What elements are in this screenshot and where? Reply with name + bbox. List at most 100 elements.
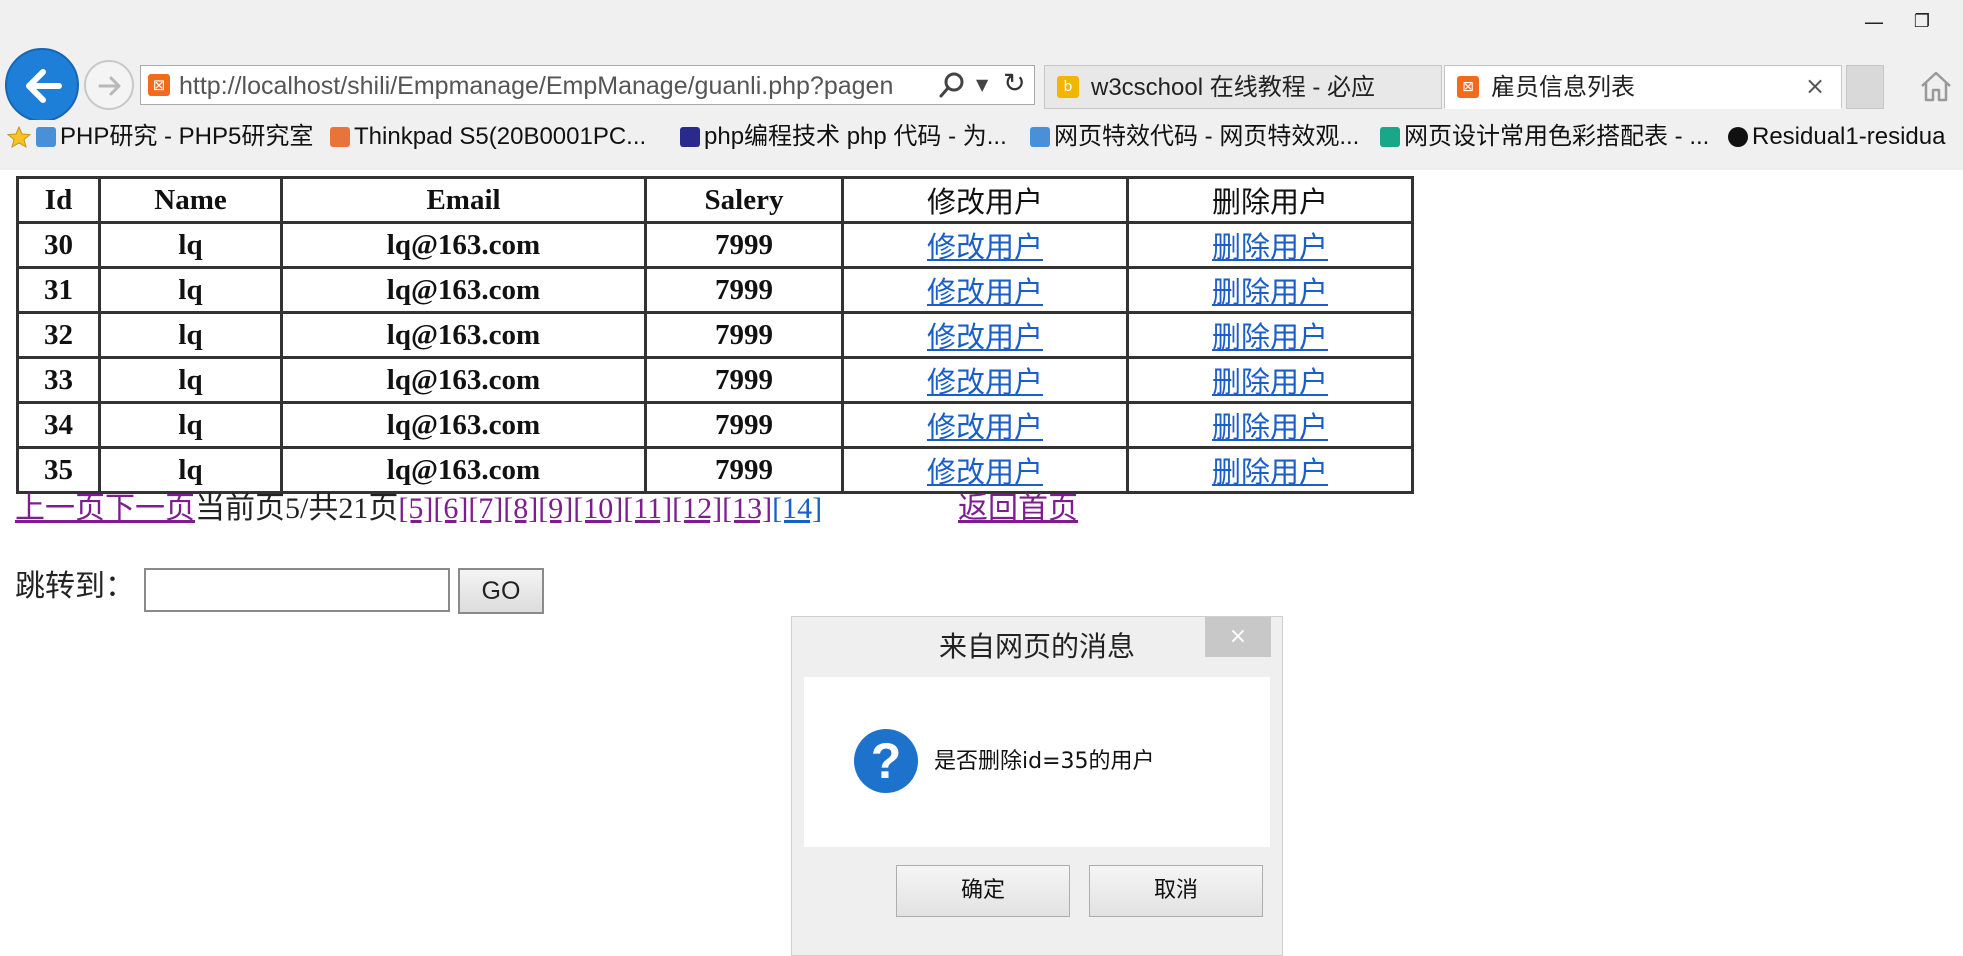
table-row: 32 lq lq@163.com 7999 修改用户 删除用户: [16, 311, 1414, 359]
edit-user-link[interactable]: 修改用户: [927, 322, 1043, 354]
page-status: 当前页5/共21页: [195, 492, 399, 525]
cell-edit: 修改用户: [841, 446, 1129, 494]
prev-page-link[interactable]: 上一页: [15, 492, 105, 525]
refresh-icon[interactable]: ↻: [1003, 68, 1026, 99]
restore-button[interactable]: ❐: [1904, 8, 1940, 36]
page-link-12[interactable]: [12]: [672, 492, 722, 525]
next-page-link[interactable]: 下一页: [105, 492, 195, 525]
page-link-5[interactable]: [5]: [398, 492, 433, 525]
cell-id: 31: [16, 266, 101, 314]
shop-icon: [330, 127, 350, 147]
cell-name: lq: [98, 311, 283, 359]
minimize-button[interactable]: —: [1856, 8, 1892, 36]
favorite-link[interactable]: 网页设计常用色彩搭配表 - ...: [1380, 122, 1709, 152]
confirm-dialog: 来自网页的消息 × ? 是否删除id=35的用户 确定 取消: [791, 616, 1283, 956]
delete-user-link[interactable]: 删除用户: [1212, 277, 1328, 309]
address-url[interactable]: http://localhost/shili/Empmanage/EmpMana…: [179, 70, 934, 102]
favorite-label: php编程技术 php 代码 - 为...: [704, 123, 1007, 150]
tab-employee-list[interactable]: ⊠ 雇员信息列表 ×: [1444, 65, 1842, 109]
favorites-bar: PHP研究 - PHP5研究室 Thinkpad S5(20B0001PC...…: [0, 120, 1963, 154]
dialog-close-button[interactable]: ×: [1205, 617, 1271, 657]
cell-salary: 7999: [644, 356, 844, 404]
page-link-9[interactable]: [9]: [538, 492, 573, 525]
cell-email: lq@163.com: [280, 266, 647, 314]
favorite-link[interactable]: php编程技术 php 代码 - 为...: [680, 122, 1007, 152]
back-button[interactable]: [5, 48, 79, 122]
chevron-down-icon[interactable]: ▼: [976, 75, 988, 94]
page-link-8[interactable]: [8]: [503, 492, 538, 525]
cell-salary: 7999: [644, 446, 844, 494]
ie-page-icon: [1030, 127, 1050, 147]
tab-label: 雇员信息列表: [1491, 74, 1635, 101]
pagination: 上一页下一页当前页5/共21页[5][6][7][8][9][10][11][1…: [15, 490, 822, 528]
edit-user-link[interactable]: 修改用户: [927, 232, 1043, 264]
table-row: 33 lq lq@163.com 7999 修改用户 删除用户: [16, 356, 1414, 404]
cell-edit: 修改用户: [841, 221, 1129, 269]
column-header-delete: 删除用户: [1126, 176, 1414, 224]
edit-user-link[interactable]: 修改用户: [927, 277, 1043, 309]
delete-user-link[interactable]: 删除用户: [1212, 367, 1328, 399]
cell-name: lq: [98, 266, 283, 314]
cell-delete: 删除用户: [1126, 221, 1414, 269]
edit-user-link[interactable]: 修改用户: [927, 412, 1043, 444]
favorite-label: Residual1-residua: [1752, 123, 1946, 150]
jump-page-input[interactable]: [144, 568, 450, 612]
forward-button[interactable]: [84, 60, 134, 110]
dialog-body: ? 是否删除id=35的用户: [804, 677, 1270, 847]
delete-user-link[interactable]: 删除用户: [1212, 232, 1328, 264]
favorite-link[interactable]: Thinkpad S5(20B0001PC...: [330, 122, 646, 152]
cancel-button[interactable]: 取消: [1089, 865, 1263, 917]
new-tab-button[interactable]: [1846, 65, 1884, 109]
favorite-label: 网页特效代码 - 网页特效观...: [1054, 123, 1360, 150]
page-link-13[interactable]: [13]: [722, 492, 772, 525]
favorite-link[interactable]: 网页特效代码 - 网页特效观...: [1030, 122, 1359, 152]
cell-email: lq@163.com: [280, 311, 647, 359]
film-icon: [680, 127, 700, 147]
page-link-11[interactable]: [11]: [623, 492, 672, 525]
cell-edit: 修改用户: [841, 401, 1129, 449]
table-header-row: Id Name Email Salery 修改用户 删除用户: [16, 176, 1414, 224]
column-header-salary: Salery: [644, 176, 844, 224]
cell-id: 34: [16, 401, 101, 449]
cell-salary: 7999: [644, 221, 844, 269]
table-row: 35 lq lq@163.com 7999 修改用户 删除用户: [16, 446, 1414, 494]
edit-user-link[interactable]: 修改用户: [927, 457, 1043, 489]
tab-w3cschool[interactable]: b w3cschool 在线教程 - 必应: [1044, 65, 1442, 109]
delete-user-link[interactable]: 删除用户: [1212, 457, 1328, 489]
close-icon[interactable]: ×: [1805, 72, 1825, 100]
cell-email: lq@163.com: [280, 356, 647, 404]
column-header-edit: 修改用户: [841, 176, 1129, 224]
page-link-6[interactable]: [6]: [433, 492, 468, 525]
go-button[interactable]: GO: [458, 568, 544, 614]
delete-user-link[interactable]: 删除用户: [1212, 412, 1328, 444]
favorite-label: Thinkpad S5(20B0001PC...: [354, 123, 647, 150]
close-icon: ×: [1228, 624, 1248, 649]
edit-user-link[interactable]: 修改用户: [927, 367, 1043, 399]
arrow-left-icon: [26, 69, 62, 103]
search-icon[interactable]: [938, 71, 966, 99]
home-icon[interactable]: [1918, 68, 1954, 104]
cell-delete: 删除用户: [1126, 401, 1414, 449]
cell-email: lq@163.com: [280, 221, 647, 269]
xampp-icon: ⊠: [148, 74, 170, 96]
page-link-7[interactable]: [7]: [468, 492, 503, 525]
cell-id: 32: [16, 311, 101, 359]
delete-user-link[interactable]: 删除用户: [1212, 322, 1328, 354]
page-link-10[interactable]: [10]: [573, 492, 623, 525]
cell-edit: 修改用户: [841, 266, 1129, 314]
favorites-star-icon[interactable]: [6, 125, 32, 149]
back-to-home-link[interactable]: 返回首页: [958, 490, 1078, 528]
column-header-email: Email: [280, 176, 647, 224]
cell-delete: 删除用户: [1126, 356, 1414, 404]
cell-email: lq@163.com: [280, 401, 647, 449]
cell-delete: 删除用户: [1126, 446, 1414, 494]
page-link-14[interactable]: [14]: [772, 492, 822, 525]
cell-name: lq: [98, 356, 283, 404]
cell-id: 30: [16, 221, 101, 269]
site-icon: [1380, 127, 1400, 147]
favorite-link[interactable]: PHP研究 - PHP5研究室: [36, 122, 313, 152]
favorite-link[interactable]: Residual1-residua: [1728, 122, 1945, 152]
question-icon: ?: [854, 729, 918, 793]
address-bar[interactable]: ⊠ http://localhost/shili/Empmanage/EmpMa…: [140, 65, 1035, 105]
ok-button[interactable]: 确定: [896, 865, 1070, 917]
